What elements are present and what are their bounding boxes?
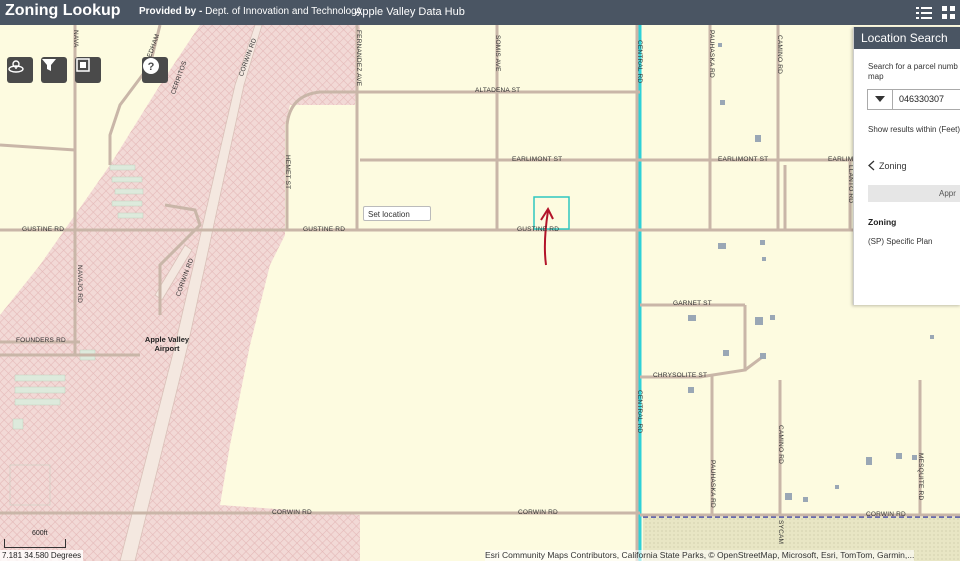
road-label: MESQUITE RD (917, 453, 924, 501)
svg-text:?: ? (148, 61, 155, 73)
road-label: GUSTINE RD (303, 226, 346, 233)
arrow-annotation (543, 210, 549, 266)
scale-label: 600ft (32, 530, 48, 537)
road-label: FOUNDERS RD (16, 337, 66, 344)
search-hint-cont: map (868, 72, 884, 81)
app-header: Zoning Lookup Provided by - Dept. of Inn… (0, 0, 960, 25)
help-button[interactable]: ? (142, 57, 168, 83)
panel-title: Location Search (854, 27, 960, 49)
selected-parcel[interactable] (533, 196, 570, 230)
basemap-icon (8, 60, 24, 73)
road-label: EARLIMONT ST (512, 156, 563, 163)
road-label: GUSTINE RD (22, 226, 65, 233)
location-search-panel: Location Search Search for a parcel numb… (853, 27, 960, 305)
export-icon (76, 58, 90, 72)
hub-link[interactable]: Apple Valley Data Hub (355, 6, 465, 18)
airport-label: Apple Valley Airport (144, 335, 190, 353)
road-label: CENTRAL RD (636, 40, 643, 84)
road-label: CHRYSOLITE ST (653, 372, 708, 379)
road-label: CORWIN RD (866, 511, 906, 518)
road-label: CORWIN RD (518, 509, 558, 516)
road-label: PAUHASKA RD (709, 460, 716, 508)
parcel-search-input[interactable]: 046330307 (867, 89, 960, 110)
list-icon[interactable] (913, 2, 935, 24)
map-view[interactable]: ALTADENA ST EARLIMONT ST EARLIMONT ST EA… (0, 25, 960, 561)
road-label: EARLIMONT ST (718, 156, 769, 163)
road-label: SYCAM (777, 520, 784, 545)
zoning-value: (SP) Specific Plan (868, 237, 933, 246)
map-canvas (0, 25, 960, 561)
provided-by: Provided by - Dept. of Innovation and Te… (139, 6, 362, 17)
caret-down-icon (875, 96, 885, 102)
filter-icon (42, 59, 56, 71)
export-button[interactable] (75, 57, 101, 83)
road-label: SOMIS AVE (494, 35, 501, 72)
provided-by-dept: Dept. of Innovation and Technology (205, 6, 362, 17)
search-hint: Search for a parcel numb (868, 62, 958, 71)
parcel-number-value: 046330307 (899, 94, 945, 104)
road-label: PAUHASKA RD (708, 30, 715, 78)
road-label: CAMINO RD (776, 35, 783, 74)
coordinate-readout: 7.181 34.580 Degrees (0, 550, 84, 561)
show-results-label: Show results within (Feet) (868, 125, 960, 134)
road-label: FERNANDEZ AVE (355, 30, 362, 87)
road-label: HEMET ST (284, 155, 291, 190)
road-label: ALTADENA ST (475, 87, 521, 94)
provided-by-label: Provided by - (139, 6, 203, 17)
scale-bar (4, 539, 66, 548)
app-title: Zoning Lookup (5, 2, 121, 19)
road-label: GUSTINE RD (517, 226, 560, 233)
apply-button[interactable]: Appr (868, 185, 960, 202)
chevron-left-icon (868, 160, 875, 171)
zoning-back-button[interactable]: Zoning (868, 160, 907, 171)
basemap-button[interactable] (7, 57, 33, 83)
road-label: NAVAJO RD (76, 265, 83, 304)
grid-icon[interactable] (938, 2, 960, 24)
help-icon: ? (143, 58, 159, 74)
map-attribution: Esri Community Maps Contributors, Califo… (485, 550, 915, 561)
parcel-area (0, 25, 75, 210)
road-label: CAMINO RD (777, 425, 784, 464)
road-label: GARNET ST (673, 300, 712, 307)
search-type-dropdown[interactable] (868, 90, 893, 109)
zoning-back-label: Zoning (879, 160, 907, 171)
road-label: CORWIN RD (272, 509, 312, 516)
set-location-popup[interactable]: Set location (363, 206, 431, 221)
zoning-heading: Zoning (868, 217, 897, 227)
filter-button[interactable] (41, 57, 67, 83)
road-label: NAVA (72, 30, 79, 48)
road-label: CENTRAL RD (636, 390, 643, 434)
